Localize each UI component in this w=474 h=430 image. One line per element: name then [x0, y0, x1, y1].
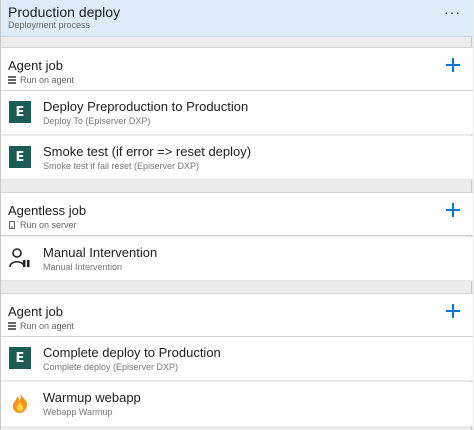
phase-subtitle: Run on agent: [8, 75, 74, 85]
task-subtitle: Manual Intervention: [43, 262, 123, 272]
task-smoke-test[interactable]: E Smoke test (if error => reset deploy) …: [1, 136, 473, 180]
phase-subtitle-text: Run on agent: [20, 75, 75, 85]
pipeline-stage: Production deploy Deployment process ···…: [0, 0, 473, 430]
episerver-icon: E: [9, 347, 31, 369]
agent-icon: [8, 76, 16, 84]
add-task-icon[interactable]: [445, 202, 461, 218]
add-task-icon[interactable]: [445, 303, 461, 319]
process-title: Production deploy: [8, 4, 121, 20]
task-title: Complete deploy to Production: [43, 345, 221, 360]
task-title: Warmup webapp: [43, 390, 141, 405]
phase-subtitle-text: Run on agent: [20, 321, 75, 331]
phase-agent-job-2[interactable]: Agent job Run on agent: [1, 293, 473, 337]
phase-subtitle: Run on server: [8, 220, 77, 230]
task-warmup-webapp[interactable]: Warmup webapp Webapp Warmup: [1, 382, 473, 426]
task-title: Deploy Preproduction to Production: [43, 99, 249, 114]
deployment-process-header[interactable]: Production deploy Deployment process ···: [1, 0, 473, 37]
task-manual-intervention[interactable]: Manual Intervention Manual Intervention: [1, 237, 473, 281]
agent-icon: [8, 322, 16, 330]
add-task-icon[interactable]: [445, 57, 461, 73]
episerver-icon: E: [9, 146, 31, 168]
task-title: Smoke test (if error => reset deploy): [43, 144, 252, 159]
task-deploy-preproduction[interactable]: E Deploy Preproduction to Production Dep…: [1, 91, 473, 135]
task-subtitle: Deploy To (Episerver DXP): [43, 116, 151, 126]
task-subtitle: Smoke test if fail reset (Episerver DXP): [43, 161, 200, 171]
phase-title: Agentless job: [8, 203, 87, 218]
phase-title: Agent job: [8, 304, 63, 319]
server-icon: [9, 221, 15, 229]
person-icon: [9, 248, 30, 268]
phase-agentless-job[interactable]: Agentless job Run on server: [1, 192, 473, 236]
phase-subtitle-text: Run on server: [20, 220, 77, 230]
flame-icon: [12, 393, 28, 413]
phase-subtitle: Run on agent: [8, 321, 74, 331]
task-subtitle: Complete deploy (Episerver DXP): [43, 362, 179, 372]
phase-agent-job-1[interactable]: Agent job Run on agent: [1, 47, 473, 91]
process-subtitle: Deployment process: [8, 20, 91, 30]
task-title: Manual Intervention: [43, 245, 158, 260]
task-complete-deploy[interactable]: E Complete deploy to Production Complete…: [1, 337, 473, 381]
episerver-icon: E: [9, 101, 31, 123]
task-subtitle: Webapp Warmup: [43, 407, 113, 417]
more-options-icon[interactable]: ···: [444, 4, 461, 20]
phase-title: Agent job: [8, 58, 63, 73]
